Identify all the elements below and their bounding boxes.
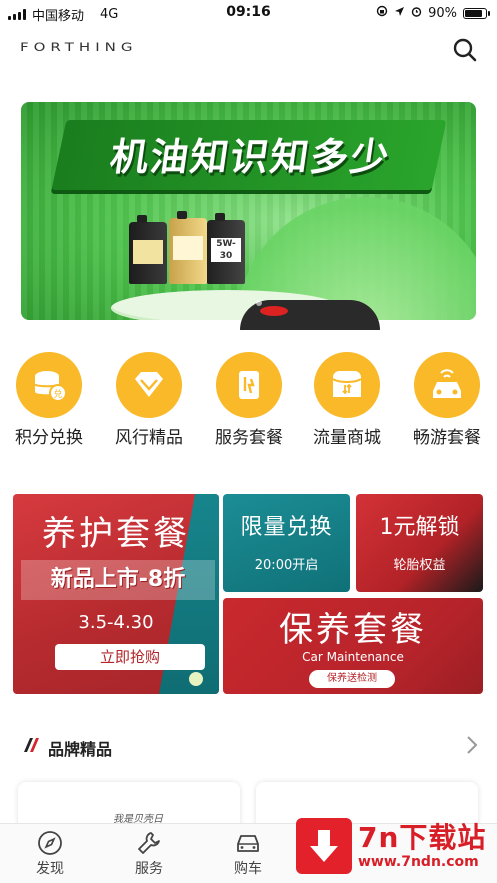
brand-logo: FORTHING (20, 40, 138, 54)
oil-bottle-gold (169, 211, 207, 284)
quick-menu-label: 积分兑换 (15, 428, 83, 448)
promo-care-title: 养护套餐 (42, 514, 190, 554)
banner-indicator (256, 300, 262, 306)
site-watermark: 7n下载站 www.7ndn.com (292, 812, 492, 880)
chevron-right-icon[interactable] (465, 734, 479, 756)
maintenance-check-button[interactable]: 保养送检测 (309, 670, 395, 688)
battery-icon (463, 7, 490, 19)
promo-care-subtitle: 新品上市-8折 (21, 560, 215, 600)
promo-maintenance-title: 保养套餐 (279, 610, 427, 650)
promo-unlock-title: 1元解锁 (379, 515, 460, 540)
location-icon (394, 6, 405, 21)
quick-menu: 兑 积分兑换 风行精品 服务套餐 流量商城 畅游套餐 (0, 352, 497, 448)
brand-section-header: 品牌精品 (0, 730, 497, 760)
oil-bottle-black (129, 215, 167, 284)
banner-title: 机油知识知多少 (107, 135, 394, 179)
car-front-icon (237, 835, 259, 852)
search-icon[interactable] (451, 36, 479, 64)
promo-care-date: 3.5-4.30 (78, 612, 154, 633)
download-arrow-icon (296, 818, 352, 874)
quick-menu-item-points[interactable]: 兑 积分兑换 (4, 352, 94, 448)
promo-unlock-subtitle: 轮胎权益 (393, 558, 446, 573)
quick-menu-item-data-mall[interactable]: 流量商城 (302, 352, 392, 448)
promo-limited-title: 限量兑换 (240, 515, 333, 540)
service-package-icon (216, 352, 282, 418)
tab-discover[interactable]: 发现 (20, 830, 80, 878)
tab-buy-car[interactable]: 购车 (218, 830, 278, 878)
quick-menu-label: 畅游套餐 (413, 428, 481, 448)
quick-menu-item-boutique[interactable]: 风行精品 (104, 352, 194, 448)
svg-text:兑: 兑 (53, 388, 62, 400)
tab-service[interactable]: 服务 (119, 830, 179, 878)
alarm-icon (411, 6, 422, 21)
quick-menu-label: 流量商城 (313, 428, 381, 448)
data-mall-icon (314, 352, 380, 418)
section-mark-icon (22, 736, 40, 754)
compass-icon (38, 831, 62, 855)
watermark-url: www.7ndn.com (358, 854, 479, 870)
promo-care-package[interactable]: 养护套餐 新品上市-8折 3.5-4.30 立即抢购 (13, 494, 219, 694)
oil-bottle-dark: 5W-30 (207, 213, 245, 284)
coin-stack-icon: 兑 (16, 352, 82, 418)
buy-now-button[interactable]: 立即抢购 (55, 644, 205, 670)
tab-label: 发现 (36, 861, 64, 877)
tab-label: 服务 (135, 861, 163, 877)
promo-unlock[interactable]: 1元解锁 轮胎权益 (356, 494, 483, 592)
wrench-icon (138, 832, 160, 854)
status-right: 90% (376, 5, 490, 21)
car-icon (414, 352, 480, 418)
lock-rotation-icon (376, 5, 388, 21)
tab-label: 购车 (234, 861, 262, 877)
promo-banner[interactable]: 机油知识知多少 5W-30 (21, 102, 476, 320)
status-bar: 中国移动 4G 09:16 90% (0, 0, 497, 26)
promo-maintenance[interactable]: 保养套餐 Car Maintenance 保养送检测 (223, 598, 483, 694)
quick-menu-label: 服务套餐 (215, 428, 283, 448)
watermark-title: 7n下载站 (358, 821, 487, 854)
promo-decoration-ball (189, 672, 203, 686)
app-header: FORTHING (0, 30, 497, 70)
quick-menu-item-travel-package[interactable]: 畅游套餐 (402, 352, 492, 448)
quick-menu-item-service-package[interactable]: 服务套餐 (204, 352, 294, 448)
battery-percent: 90% (428, 5, 457, 21)
promo-maintenance-subtitle: Car Maintenance (302, 650, 404, 664)
promo-limited-exchange[interactable]: 限量兑换 20:00开启 (223, 494, 350, 592)
promo-limited-subtitle: 20:00开启 (254, 558, 319, 573)
diamond-icon (116, 352, 182, 418)
brand-section-title: 品牌精品 (48, 740, 113, 759)
quick-menu-label: 风行精品 (115, 428, 183, 448)
